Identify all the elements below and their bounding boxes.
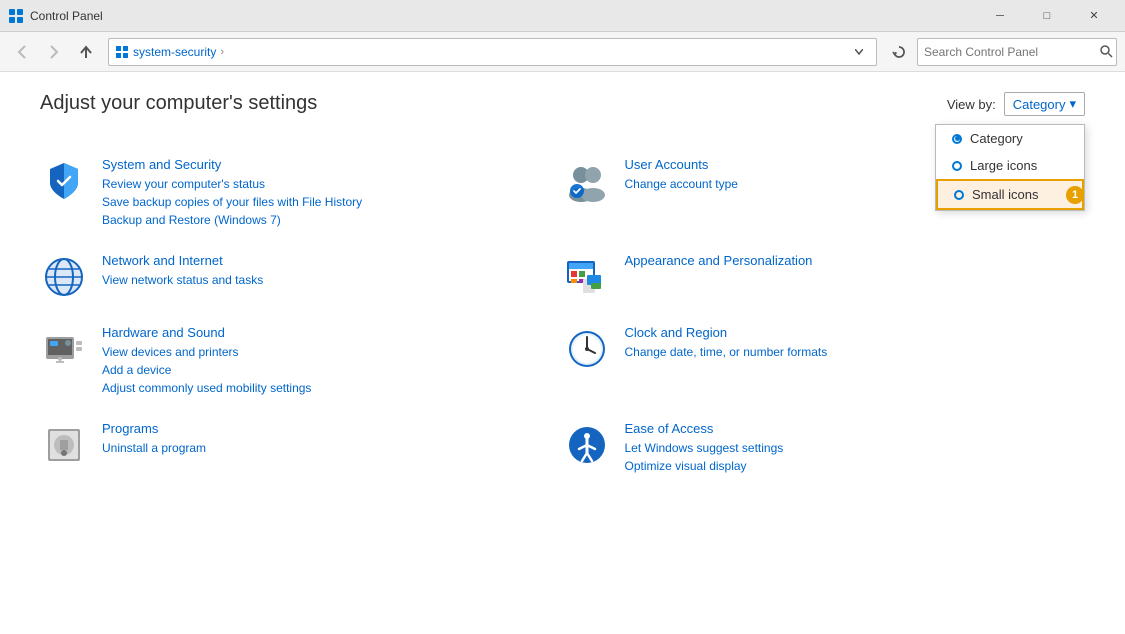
clock-icon [563, 325, 611, 373]
dropdown-item-large-icons[interactable]: Large icons [936, 152, 1084, 179]
restore-button[interactable]: □ [1024, 0, 1070, 32]
hardware-link1[interactable]: View devices and printers [102, 343, 311, 361]
network-title[interactable]: Network and Internet [102, 253, 263, 268]
cp-item-hardware: Hardware and Sound View devices and prin… [40, 313, 563, 409]
nav-bar: system-security › [0, 32, 1125, 72]
radio-dot-small-icons [954, 190, 964, 200]
app-icon [8, 8, 24, 24]
clock-title[interactable]: Clock and Region [625, 325, 828, 340]
ease-of-access-title[interactable]: Ease of Access [625, 421, 784, 436]
window-title: Control Panel [30, 9, 977, 23]
cp-item-programs: Programs Uninstall a program [40, 409, 563, 487]
ease-of-access-icon [563, 421, 611, 469]
title-bar: Control Panel ─ □ ✕ [0, 0, 1125, 32]
system-security-link3[interactable]: Backup and Restore (Windows 7) [102, 211, 362, 229]
breadcrumb-dropdown-button[interactable] [848, 40, 870, 64]
view-by-control: View by: Category ▾ [947, 92, 1085, 116]
cp-item-system-security: System and Security Review your computer… [40, 145, 563, 241]
system-security-text: System and Security Review your computer… [102, 157, 362, 229]
user-accounts-link1[interactable]: Change account type [625, 175, 738, 193]
minimize-button[interactable]: ─ [977, 0, 1023, 32]
programs-icon [40, 421, 88, 469]
back-button[interactable] [8, 38, 36, 66]
user-accounts-title[interactable]: User Accounts [625, 157, 738, 172]
user-accounts-text: User Accounts Change account type [625, 157, 738, 193]
breadcrumb-bar: system-security › [108, 38, 877, 66]
dropdown-item-category[interactable]: Category [936, 125, 1084, 152]
programs-text: Programs Uninstall a program [102, 421, 206, 457]
dropdown-label-small-icons: Small icons [972, 187, 1038, 202]
cp-item-appearance: Appearance and Personalization [563, 241, 1086, 313]
network-icon [40, 253, 88, 301]
clock-text: Clock and Region Change date, time, or n… [625, 325, 828, 361]
view-by-current: Category [1013, 97, 1066, 112]
close-button[interactable]: ✕ [1071, 0, 1117, 32]
cp-item-clock: Clock and Region Change date, time, or n… [563, 313, 1086, 409]
programs-title[interactable]: Programs [102, 421, 206, 436]
appearance-title[interactable]: Appearance and Personalization [625, 253, 813, 268]
hardware-text: Hardware and Sound View devices and prin… [102, 325, 311, 397]
breadcrumb-separator: › [220, 46, 224, 58]
network-link1[interactable]: View network status and tasks [102, 271, 263, 289]
hardware-link3[interactable]: Adjust commonly used mobility settings [102, 379, 311, 397]
window-controls: ─ □ ✕ [977, 0, 1117, 32]
hardware-icon [40, 325, 88, 373]
search-input[interactable] [917, 38, 1117, 66]
view-by-dropdown-menu: Category Large icons Small icons 1 [935, 124, 1085, 211]
ease-of-access-link1[interactable]: Let Windows suggest settings [625, 439, 784, 457]
view-by-dropdown-button[interactable]: Category ▾ [1004, 92, 1085, 116]
ease-of-access-text: Ease of Access Let Windows suggest setti… [625, 421, 784, 475]
chevron-down-icon: ▾ [1069, 96, 1076, 112]
breadcrumb-item-cp: system-security › [115, 45, 224, 59]
search-button[interactable] [1100, 45, 1113, 58]
hardware-title[interactable]: Hardware and Sound [102, 325, 311, 340]
system-security-link1[interactable]: Review your computer's status [102, 175, 362, 193]
main-content: Adjust your computer's settings View by:… [0, 72, 1125, 634]
items-grid: System and Security Review your computer… [40, 145, 1085, 487]
system-security-link2[interactable]: Save backup copies of your files with Fi… [102, 193, 362, 211]
up-button[interactable] [72, 38, 100, 66]
cp-item-network: Network and Internet View network status… [40, 241, 563, 313]
breadcrumb-label[interactable]: system-security [133, 45, 216, 59]
radio-dot-large-icons [952, 161, 962, 171]
cp-item-ease-of-access: Ease of Access Let Windows suggest setti… [563, 409, 1086, 487]
system-security-title[interactable]: System and Security [102, 157, 362, 172]
appearance-text: Appearance and Personalization [625, 253, 813, 271]
page-heading: Adjust your computer's settings [40, 92, 1085, 115]
badge-small-icons: 1 [1066, 186, 1084, 204]
clock-link1[interactable]: Change date, time, or number formats [625, 343, 828, 361]
radio-dot-category [952, 134, 962, 144]
network-text: Network and Internet View network status… [102, 253, 263, 289]
ease-of-access-link2[interactable]: Optimize visual display [625, 457, 784, 475]
programs-link1[interactable]: Uninstall a program [102, 439, 206, 457]
appearance-icon [563, 253, 611, 301]
search-wrapper [917, 38, 1117, 66]
dropdown-label-category: Category [970, 131, 1023, 146]
breadcrumb-icon [115, 45, 129, 59]
view-by-label: View by: [947, 97, 996, 112]
system-security-icon [40, 157, 88, 205]
dropdown-item-small-icons[interactable]: Small icons 1 [936, 179, 1084, 210]
dropdown-label-large-icons: Large icons [970, 158, 1037, 173]
refresh-button[interactable] [885, 38, 913, 66]
user-accounts-icon [563, 157, 611, 205]
forward-button[interactable] [40, 38, 68, 66]
hardware-link2[interactable]: Add a device [102, 361, 311, 379]
